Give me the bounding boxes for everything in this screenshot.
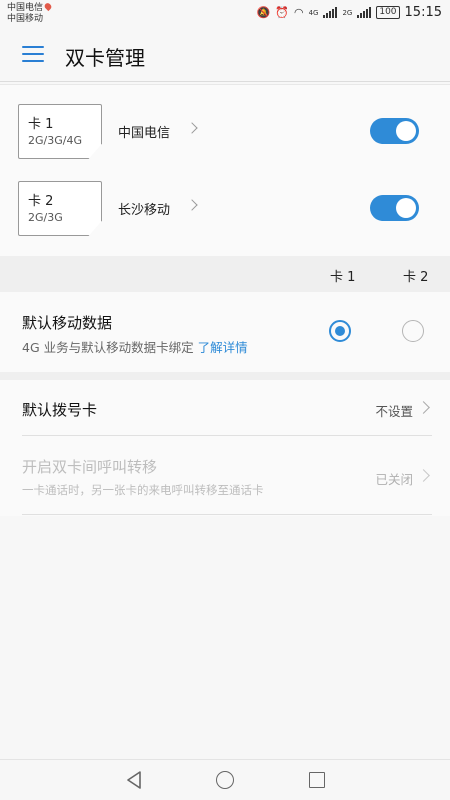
app-bar: 双卡管理 [0,30,450,82]
sim-1-carrier-link[interactable]: 中国电信 [118,122,170,141]
default-data-title: 默认移动数据 [22,314,113,332]
chevron-right-icon [417,469,430,482]
navigation-bar [0,759,450,800]
section-divider [0,372,450,380]
settings-list: 默认拨号卡 不设置 开启双卡间呼叫转移 一卡通话时，另一张卡的来电呼叫转移至通话… [0,380,450,516]
data-sim-2-radio[interactable] [402,320,424,342]
default-data-subtitle: 4G 业务与默认移动数据卡绑定 了解详情 [22,337,248,356]
sim-2-networks: 2G/3G [28,211,63,224]
sim-2-toggle[interactable] [370,195,419,221]
home-icon[interactable] [216,771,234,789]
default-dial-row[interactable]: 默认拨号卡 不设置 [0,380,450,435]
sim-card-icon: 卡 2 2G/3G [18,181,102,236]
chevron-right-icon [417,401,430,414]
default-dial-title: 默认拨号卡 [22,401,98,419]
divider [22,514,432,515]
signal-1-icon [323,7,338,18]
sim-row-1: 卡 1 2G/3G/4G 中国电信 [0,104,450,164]
sim-2-carrier-link[interactable]: 长沙移动 [118,199,170,218]
sim-1-toggle[interactable] [370,118,419,144]
location-icon [43,1,53,12]
chevron-right-icon[interactable] [186,122,198,134]
hamburger-icon[interactable] [22,46,44,64]
signal-2-icon [357,7,372,18]
carrier-2-label: 中国移动 [7,14,44,24]
default-data-row: 默认移动数据 4G 业务与默认移动数据卡绑定 了解详情 [0,292,450,372]
status-bar: 中国电信 中国移动 🔕 ⏰ ◠ 4G 2G 100 15:15 [0,0,450,30]
column-sim-1: 卡 1 [330,270,356,285]
toggle-knob [396,121,416,141]
learn-more-link[interactable]: 了解详情 [198,340,248,355]
battery-indicator: 100 [376,6,400,19]
call-forwarding-subtitle: 一卡通话时，另一张卡的来电呼叫转移至通话卡 [22,483,264,497]
chevron-right-icon[interactable] [186,199,198,211]
carrier-info: 中国电信 中国移动 [7,1,53,25]
default-dial-value: 不设置 [375,404,413,419]
back-icon[interactable] [125,770,143,790]
sim-row-2: 卡 2 2G/3G 长沙移动 [0,181,450,241]
sim-cards-section: 卡 1 2G/3G/4G 中国电信 卡 2 2G/3G 长沙移动 [0,84,450,256]
network-2-label: 2G [342,8,353,17]
clock: 15:15 [404,5,442,20]
call-forwarding-value: 已关闭 [375,472,413,487]
call-forwarding-title: 开启双卡间呼叫转移 [22,458,158,476]
default-data-description: 4G 业务与默认移动数据卡绑定 [22,340,194,355]
network-1-label: 4G [308,8,319,17]
alarm-icon: ⏰ [275,6,289,19]
sim-column-header: 卡 1 卡 2 [0,256,450,292]
sim-1-networks: 2G/3G/4G [28,134,82,147]
carrier-1-label: 中国电信 [7,3,44,13]
page-title: 双卡管理 [65,46,145,70]
column-sim-2: 卡 2 [403,270,429,285]
recent-apps-icon[interactable] [309,772,325,788]
sim-1-name: 卡 1 [28,117,54,132]
mute-icon: 🔕 [256,6,271,19]
data-sim-1-radio[interactable] [329,320,351,342]
toggle-knob [396,198,416,218]
wifi-icon: ◠ [293,6,304,19]
status-icons: 🔕 ⏰ ◠ 4G 2G 100 15:15 [257,5,442,20]
sim-card-icon: 卡 1 2G/3G/4G [18,104,102,159]
sim-2-name: 卡 2 [28,194,54,209]
call-forwarding-row[interactable]: 开启双卡间呼叫转移 一卡通话时，另一张卡的来电呼叫转移至通话卡 已关闭 [0,436,450,514]
